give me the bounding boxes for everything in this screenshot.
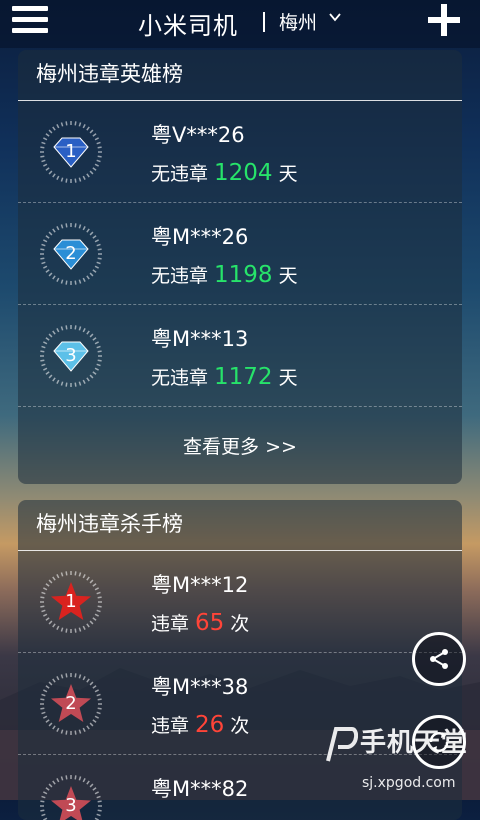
ranking-row[interactable]: 2 粤M***26 无违章 1198 天 [18, 203, 462, 305]
watermark-logo-icon [326, 727, 358, 762]
hero-board-card: 梅州违章英雄榜 1 粤V***26 无违章 1204 天 2 粤M***26 无违章 1198… [18, 50, 462, 484]
stat-line: 违章 65 次 [151, 609, 249, 636]
killer-board-card: 梅州违章杀手榜 1 粤M***12 违章 65 次 2 粤M***38 违章 26 次 3 粤M***… [18, 500, 462, 820]
rank-number: 3 [65, 795, 77, 816]
stat-line: 违章 26 次 [151, 711, 249, 738]
plate-number: 粤V***26 [151, 123, 245, 147]
star-icon: 2 [40, 673, 102, 735]
stat-prefix: 无违章 [151, 265, 209, 287]
share-icon [430, 649, 448, 669]
diamond-icon: 1 [40, 121, 102, 183]
stat-suffix: 次 [230, 715, 250, 737]
stat-prefix: 违章 [151, 715, 190, 737]
rank-number: 2 [65, 693, 77, 714]
star-icon: 3 [40, 775, 102, 820]
rank-number: 1 [65, 591, 77, 612]
add-icon[interactable] [428, 4, 460, 36]
plate-number: 粤M***38 [151, 675, 249, 699]
ranking-row[interactable]: 1 粤M***12 违章 65 次 [18, 551, 462, 653]
stat-prefix: 无违章 [151, 163, 209, 185]
stat-suffix: 天 [278, 367, 298, 389]
plate-number: 粤M***13 [151, 327, 249, 351]
plate-number: 粤M***12 [151, 573, 249, 597]
watermark-brand: 手机天堂 [360, 728, 469, 758]
rank-number: 2 [65, 243, 77, 264]
plate-number: 粤M***26 [151, 225, 249, 249]
ranking-row[interactable]: 1 粤V***26 无违章 1204 天 [18, 101, 462, 203]
rank-number: 3 [65, 345, 77, 366]
stat-value: 65 [195, 610, 225, 636]
diamond-icon: 3 [40, 325, 102, 387]
plate-number: 粤M***82 [151, 777, 249, 801]
watermark-url: sj.xpgod.com [362, 775, 456, 791]
share-button[interactable] [412, 632, 466, 686]
menu-icon[interactable] [12, 6, 48, 36]
star-icon: 1 [40, 571, 102, 633]
stat-suffix: 天 [278, 265, 298, 287]
stat-value: 26 [195, 712, 225, 738]
stat-line: 无违章 1172 天 [151, 363, 298, 390]
stat-value: 1204 [214, 160, 273, 186]
stat-suffix: 天 [278, 163, 298, 185]
ranking-row[interactable]: 3 粤M***13 无违章 1172 天 [18, 305, 462, 407]
chevron-down-icon[interactable] [328, 10, 342, 24]
stat-prefix: 违章 [151, 613, 190, 635]
stat-prefix: 无违章 [151, 367, 209, 389]
app-title: 小米司机 [138, 12, 238, 40]
stat-line: 无违章 1198 天 [151, 261, 298, 288]
killer-board-title: 梅州违章杀手榜 [18, 500, 462, 551]
city-selector[interactable]: 梅州 [279, 8, 317, 35]
diamond-icon: 2 [40, 223, 102, 285]
stat-value: 1172 [214, 364, 273, 390]
stat-line: 无违章 1204 天 [151, 159, 298, 186]
hero-board-title: 梅州违章英雄榜 [18, 50, 462, 101]
stat-value: 1198 [214, 262, 273, 288]
stat-suffix: 次 [230, 613, 250, 635]
top-bar: 小米司机 梅州 [0, 0, 480, 48]
title-divider [263, 12, 265, 32]
view-more-button[interactable]: 查看更多 >> [18, 407, 462, 484]
rank-number: 1 [65, 141, 77, 162]
